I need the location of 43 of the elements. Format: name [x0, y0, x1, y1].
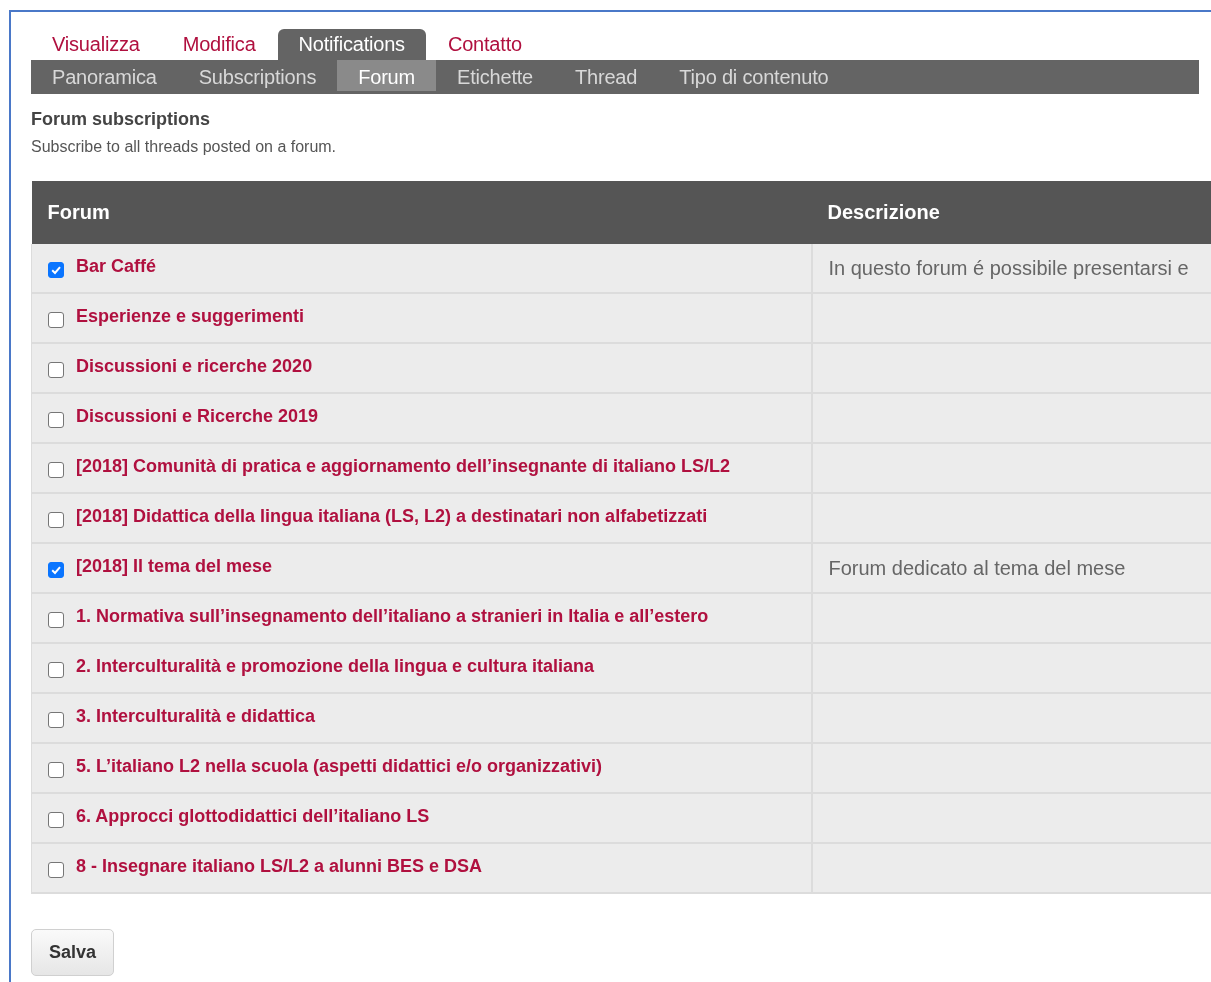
checkbox[interactable] [48, 862, 64, 878]
column-header: Descrizione [811, 181, 1211, 244]
checkbox[interactable] [48, 812, 64, 828]
forum-link[interactable]: [2018] Il tema del mese [76, 555, 273, 577]
section-title: Forum subscriptions [31, 109, 211, 130]
section-description: Subscribe to all threads posted on a forum. [31, 138, 338, 156]
checkbox[interactable] [48, 662, 64, 678]
subtab[interactable]: Subscriptions [177, 60, 338, 94]
forum-link[interactable]: 3. Interculturalità e didattica [76, 705, 316, 727]
column-header: Forum [31, 181, 812, 244]
subtab[interactable]: Panoramica [31, 60, 178, 94]
forum-link[interactable]: 8 - Insegnare italiano LS/L2 a alunni BES e DSA [76, 855, 483, 877]
checkbox[interactable] [48, 512, 64, 528]
checkbox[interactable] [48, 262, 64, 278]
forum-link[interactable]: [2018] Didattica della lingua italiana (LS, L2) a destinatari non alfabetizzati [76, 505, 708, 527]
save-button[interactable]: Salva [31, 929, 115, 976]
forum-link[interactable]: Esperienze e suggerimenti [76, 305, 305, 327]
checkbox[interactable] [48, 462, 64, 478]
table-cell: Forum dedicato al tema del mese [811, 543, 1211, 593]
checkbox[interactable] [48, 362, 64, 378]
forum-link[interactable]: 5. L’italiano L2 nella scuola (aspetti didattici e/o organizzativi) [76, 755, 603, 777]
tab[interactable]: Visualizza [31, 29, 161, 60]
checkbox[interactable] [48, 762, 64, 778]
tab[interactable]: Notifications [277, 29, 426, 60]
tab[interactable]: Contatto [426, 29, 543, 60]
forum-link[interactable]: Discussioni e ricerche 2020 [76, 355, 313, 377]
subtab[interactable]: Forum [337, 60, 436, 91]
subtab[interactable]: Thread [554, 60, 659, 94]
checkbox[interactable] [48, 412, 64, 428]
checkbox[interactable] [48, 612, 64, 628]
tab[interactable]: Modifica [161, 29, 277, 60]
checkbox[interactable] [48, 712, 64, 728]
subtab[interactable]: Tipo di contenuto [658, 60, 850, 94]
table-cell: In questo forum é possibile presentarsi e [811, 244, 1211, 293]
forum-link[interactable]: [2018] Comunità di pratica e aggiornamento dell’insegnante di italiano LS/L2 [76, 455, 731, 477]
forum-link[interactable]: 6. Approcci glottodidattici dell’italiano LS [76, 805, 430, 827]
forum-link[interactable]: 2. Interculturalità e promozione della lingua e cultura italiana [76, 655, 595, 677]
subtab[interactable]: Etichette [436, 60, 555, 94]
checkbox[interactable] [48, 562, 64, 578]
forum-link[interactable]: 1. Normativa sull’insegnamento dell’italiano a stranieri in Italia e all’estero [76, 605, 709, 627]
forum-link[interactable]: Discussioni e Ricerche 2019 [76, 405, 319, 427]
forum-link[interactable]: Bar Caffé [76, 255, 157, 277]
checkbox[interactable] [48, 312, 64, 328]
